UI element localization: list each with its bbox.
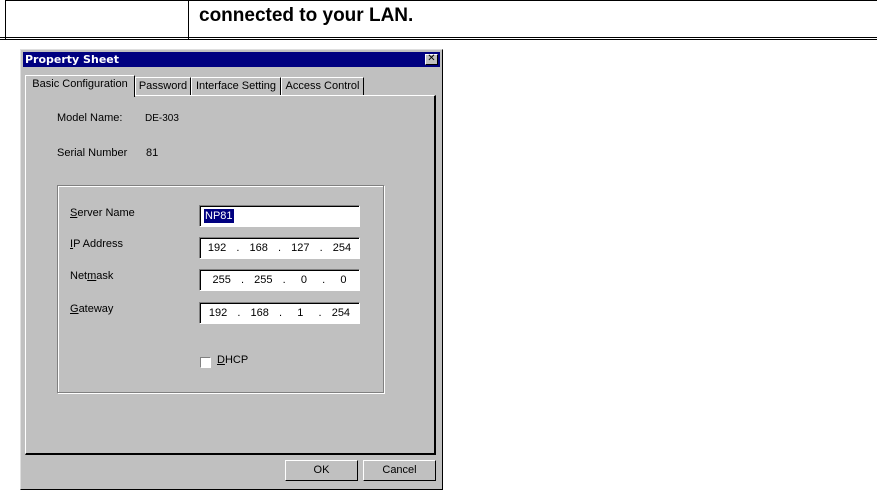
model-name-value: DE-303 bbox=[145, 113, 179, 124]
doc-heading: connected to your LAN. bbox=[199, 5, 414, 26]
netmask-input[interactable]: 255 . 255 . 0 . 0 bbox=[199, 269, 360, 291]
property-sheet-dialog: Property Sheet ✕ Basic Configuration Pas… bbox=[20, 49, 443, 490]
gateway-input[interactable]: 192 . 168 . 1 . 254 bbox=[199, 302, 360, 324]
server-name-input[interactable]: NP81 bbox=[199, 205, 360, 227]
ok-button[interactable]: OK bbox=[285, 460, 358, 481]
tab-label: Interface Setting bbox=[195, 80, 277, 92]
gateway-value: 192 . 168 . 1 . 254 bbox=[208, 307, 351, 319]
ip-address-input[interactable]: 192 . 168 . 127 . 254 bbox=[199, 237, 360, 259]
doc-table bbox=[5, 0, 876, 39]
netmask-label: Netmask bbox=[70, 270, 114, 282]
tab-password[interactable]: Password bbox=[135, 77, 191, 96]
dhcp-checkbox[interactable] bbox=[200, 357, 211, 368]
tab-label: Password bbox=[138, 80, 188, 92]
gateway-label: Gateway bbox=[70, 303, 114, 315]
tab-interface-setting[interactable]: Interface Setting bbox=[191, 77, 281, 96]
serial-number-label: Serial Number bbox=[57, 147, 128, 159]
close-icon: ✕ bbox=[427, 53, 436, 64]
tab-basic-configuration[interactable]: Basic Configuration bbox=[25, 75, 135, 97]
title-bar[interactable]: Property Sheet ✕ bbox=[23, 52, 440, 67]
doc-table-divider bbox=[188, 0, 189, 39]
ip-address-label: IP Address bbox=[70, 238, 124, 250]
doc-table-bottom-border bbox=[0, 37, 877, 38]
server-name-label: Server Name bbox=[70, 207, 135, 219]
serial-number-value: 81 bbox=[146, 147, 159, 159]
netmask-value: 255 . 255 . 0 . 0 bbox=[212, 274, 347, 286]
server-name-value: NP81 bbox=[204, 209, 234, 223]
dhcp-label[interactable]: DHCP bbox=[217, 354, 248, 366]
tab-label: Basic Configuration bbox=[32, 78, 128, 90]
doc-table-bottom-border-2 bbox=[0, 39, 877, 40]
ip-address-value: 192 . 168 . 127 . 254 bbox=[207, 242, 352, 254]
tab-access-control[interactable]: Access Control bbox=[281, 77, 364, 96]
cancel-button[interactable]: Cancel bbox=[363, 460, 436, 481]
tab-label: Access Control bbox=[285, 80, 360, 92]
model-name-label: Model Name: bbox=[57, 112, 123, 124]
window-title: Property Sheet bbox=[25, 53, 119, 66]
close-button[interactable]: ✕ bbox=[425, 54, 438, 65]
